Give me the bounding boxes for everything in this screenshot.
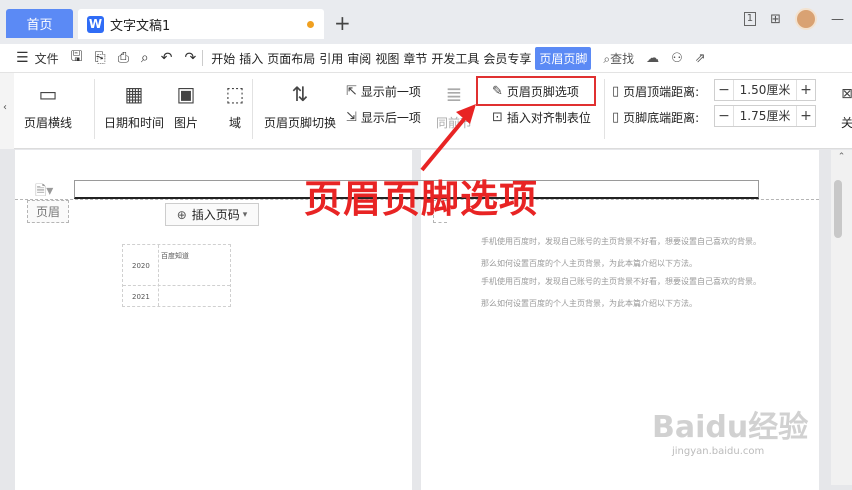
arrow-head-icon: [456, 104, 476, 124]
watermark-url: jingyan.baidu.com: [672, 446, 765, 457]
arrow-shaft: [420, 110, 472, 172]
annotation-label: 页眉页脚选项: [304, 177, 539, 221]
watermark-logo: Baidu经验: [652, 410, 809, 445]
